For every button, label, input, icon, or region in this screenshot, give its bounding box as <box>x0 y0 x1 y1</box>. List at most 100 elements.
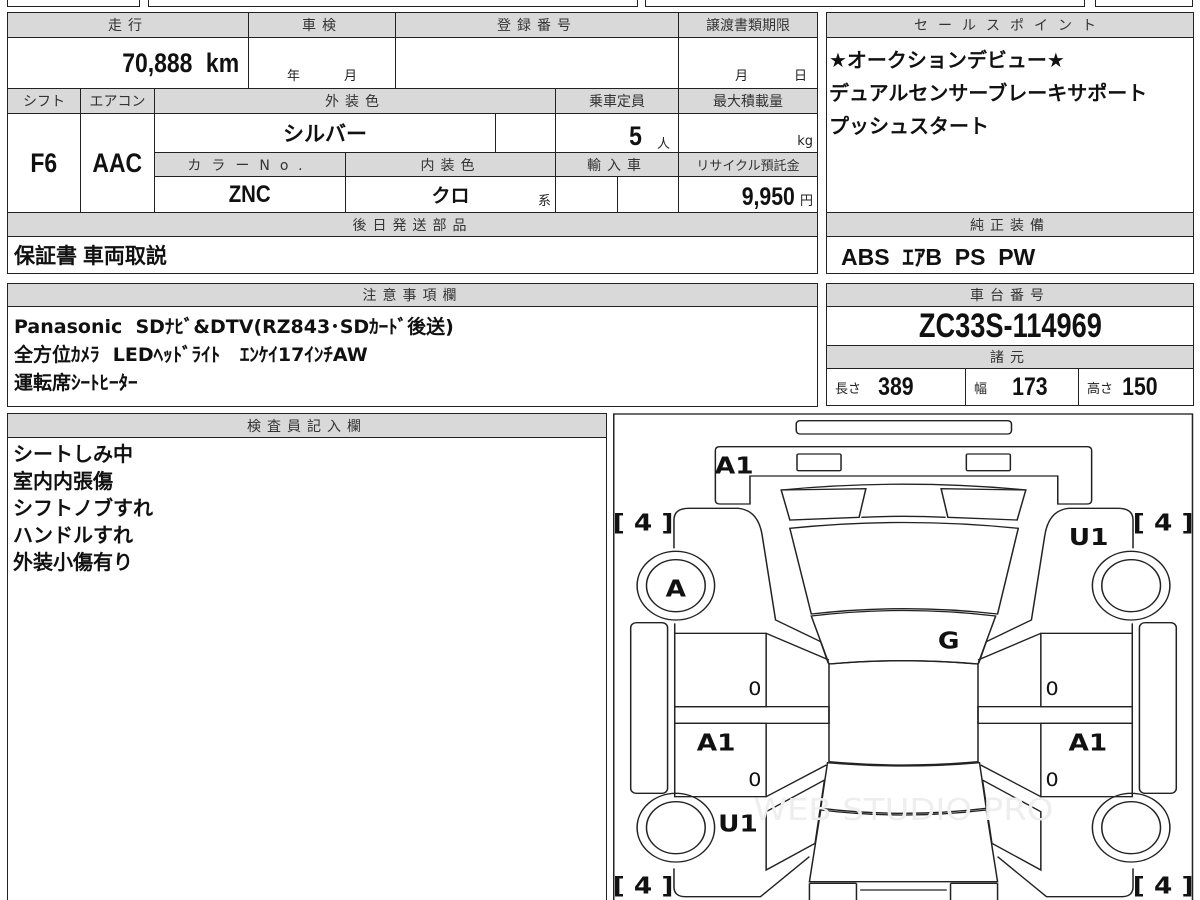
later-parts-header: 後日発送部品 <box>7 212 818 237</box>
inspection-value: 年月 <box>248 37 396 89</box>
month-unit: 月 <box>734 69 748 84</box>
color-no-header: カラーNo. <box>154 152 346 177</box>
sales-point-line: ★オークションデビュー★ <box>829 48 1065 72</box>
front-panel-shape <box>714 446 1093 505</box>
watermark: WEB STUDIO PRO <box>754 792 1054 828</box>
registration-value <box>395 37 679 89</box>
import-value-1 <box>555 176 618 213</box>
chassis-text: ZC33S-114969 <box>918 306 1102 345</box>
notes-header: 注意事項欄 <box>7 283 818 307</box>
capacity-unit: 人 <box>656 136 670 151</box>
chassis-value: ZC33S-114969 <box>826 306 1194 346</box>
spec-height: 高さ 150 <box>1078 368 1194 406</box>
sales-points-body: ★オークションデビュー★ デュアルセンサーブレーキサポート プッシュスタート <box>826 37 1194 213</box>
inspector-body: シートしみ中 室内内張傷 シフトノブすれ ハンドルすれ 外装小傷有り <box>7 437 607 900</box>
inspection-header: 車検 <box>248 12 396 38</box>
height-label: 高さ <box>1087 381 1114 397</box>
note-line: 運転席ｼｰﾄﾋｰﾀｰ <box>14 372 138 394</box>
spec-width: 幅 173 <box>965 368 1079 406</box>
inspector-line: 外装小傷有り <box>13 550 133 574</box>
windshield-shape <box>810 609 997 665</box>
car-damage-diagram: WEB STUDIO PRO A1 [ 4 ] [ 4 ] A U1 G 0 A… <box>613 413 1194 900</box>
shift-value: F6 <box>7 113 81 213</box>
sales-points-header: セールスポイント <box>826 12 1194 38</box>
transfer-deadline-header: 譲渡書類期限 <box>678 12 818 38</box>
mark-left-rear-tire: [ 4 ] <box>613 872 674 899</box>
top-cutoff-cell <box>1095 0 1193 7</box>
chassis-header: 車台番号 <box>826 283 1194 307</box>
hood-shape <box>788 521 1020 615</box>
width-label: 幅 <box>974 381 988 397</box>
width-value: 173 <box>1012 372 1048 402</box>
exterior-color-value: シルバー <box>154 113 496 153</box>
length-value: 389 <box>878 372 914 402</box>
inspector-line: 室内内張傷 <box>13 469 113 493</box>
interior-color-header: 内装色 <box>345 152 556 177</box>
top-cutoff-cell <box>645 0 1085 7</box>
mark-right-rear-door-top: A1 <box>1069 729 1108 756</box>
inspector-line: シートしみ中 <box>13 442 133 466</box>
mark-left-rear-door: 0 <box>748 769 761 791</box>
right-foglight-shape <box>965 453 1012 472</box>
shift-text: F6 <box>30 147 58 178</box>
length-label: 長さ <box>835 381 862 397</box>
recycle-fee-value: 9,950 円 <box>678 176 818 213</box>
interior-color-unit: 系 <box>537 193 551 208</box>
equipment-value: ABS ｴｱB PS PW <box>826 236 1194 274</box>
max-load-header: 最大積載量 <box>678 88 818 114</box>
pillar-shape <box>673 706 830 724</box>
notes-body: Panasonic SDﾅﾋﾞ&DTV(RZ843･SDｶｰﾄﾞ後送) 全方位ｶ… <box>7 306 818 407</box>
mark-left-front-door: 0 <box>748 678 761 700</box>
recycle-fee-header: リサイクル預託金 <box>678 152 818 177</box>
import-header: 輸入車 <box>555 152 679 177</box>
interior-color-text: クロ <box>431 186 470 207</box>
roof-shape <box>828 660 979 766</box>
later-parts-value: 保証書 車両取説 <box>7 236 818 274</box>
max-load-value: kg <box>678 113 818 153</box>
mark-left-front-tire: [ 4 ] <box>613 509 674 536</box>
inspector-line: ハンドルすれ <box>13 523 133 547</box>
aircon-text: AAC <box>92 147 143 178</box>
mark-windshield: G <box>938 627 960 654</box>
aircon-value: AAC <box>80 113 155 213</box>
mark-right-front-fender: U1 <box>1069 523 1109 550</box>
mark-right-front-door: 0 <box>1046 678 1059 700</box>
mileage-unit: km <box>205 47 240 78</box>
spec-length: 長さ 389 <box>826 368 966 406</box>
mark-right-front-tire: [ 4 ] <box>1133 509 1194 536</box>
color-no-text: ZNC <box>229 180 271 208</box>
interior-color-value: クロ 系 <box>345 176 556 213</box>
exterior-color-blank <box>495 113 556 153</box>
note-line: Panasonic SDﾅﾋﾞ&DTV(RZ843･SDｶｰﾄﾞ後送) <box>14 316 454 338</box>
front-bumper-shape <box>795 420 1013 435</box>
front-fender-shape <box>673 507 829 664</box>
aircon-header: エアコン <box>80 88 155 114</box>
exterior-color-header: 外装色 <box>154 88 556 114</box>
left-foglight-shape <box>796 453 842 472</box>
shift-header: シフト <box>7 88 81 114</box>
rocker-panel-shape <box>629 622 669 794</box>
note-line: 全方位ｶﾒﾗ LEDﾍｯﾄﾞﾗｲﾄ ｴﾝｹｲ17ｲﾝﾁAW <box>14 344 368 366</box>
import-value-2 <box>617 176 679 213</box>
max-load-unit: kg <box>797 134 813 149</box>
sales-point-line: プッシュスタート <box>829 114 989 138</box>
capacity-number: 5 <box>629 121 642 151</box>
color-no-value: ZNC <box>154 176 346 213</box>
inspector-header: 検査員記入欄 <box>7 413 607 438</box>
day-unit: 日 <box>793 69 807 84</box>
sales-point-line: デュアルセンサーブレーキサポート <box>829 81 1148 105</box>
specs-header: 諸元 <box>826 345 1194 369</box>
mark-left-front-fender: A <box>666 575 687 602</box>
headlight-shape <box>780 487 867 521</box>
top-cutoff-cell <box>148 0 638 7</box>
mark-left-rear-fender: U1 <box>718 810 758 837</box>
mark-front-bumper: A1 <box>715 452 754 479</box>
mark-left-rear-door-top: A1 <box>697 729 736 756</box>
transfer-deadline-value: 月日 <box>678 37 818 89</box>
recycle-fee-unit: 円 <box>799 193 813 208</box>
registration-header: 登録番号 <box>395 12 679 38</box>
inspector-line: シフトノブすれ <box>13 496 153 520</box>
equipment-header: 純正装備 <box>826 212 1194 237</box>
mark-right-rear-door: 0 <box>1046 769 1059 791</box>
capacity-value: 5人 <box>555 113 679 153</box>
